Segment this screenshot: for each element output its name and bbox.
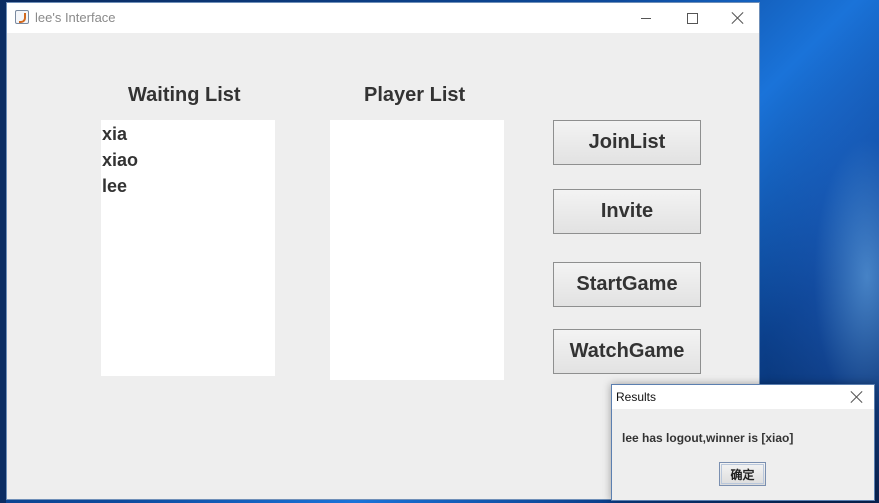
close-icon	[851, 391, 863, 403]
results-dialog: Results lee has logout,winner is [xiao] …	[611, 384, 875, 501]
dialog-message: lee has logout,winner is [xiao]	[622, 431, 794, 445]
join-list-button[interactable]: JoinList	[553, 120, 701, 165]
dialog-title-bar[interactable]: Results	[612, 385, 874, 409]
close-button[interactable]	[715, 3, 761, 33]
dialog-title: Results	[616, 390, 657, 404]
list-item[interactable]: xia	[101, 121, 275, 147]
watch-game-button[interactable]: WatchGame	[553, 329, 701, 374]
title-bar[interactable]: lee's Interface	[7, 3, 759, 33]
start-game-button[interactable]: StartGame	[553, 262, 701, 307]
dialog-close-button[interactable]	[840, 385, 874, 409]
waiting-list[interactable]: xia xiao lee	[101, 120, 275, 376]
maximize-icon	[686, 12, 698, 24]
list-item[interactable]: xiao	[101, 147, 275, 173]
waiting-list-heading: Waiting List	[128, 84, 241, 106]
maximize-button[interactable]	[669, 3, 715, 33]
java-app-icon	[15, 10, 29, 24]
close-icon	[732, 12, 744, 24]
minimize-button[interactable]	[623, 3, 669, 33]
window-title: lee's Interface	[35, 10, 116, 25]
player-list-heading: Player List	[364, 84, 466, 106]
minimize-icon	[641, 17, 651, 19]
ok-button[interactable]: 确定	[719, 462, 766, 486]
invite-button[interactable]: Invite	[553, 189, 701, 234]
list-item[interactable]: lee	[101, 173, 275, 199]
player-list[interactable]	[330, 120, 504, 380]
